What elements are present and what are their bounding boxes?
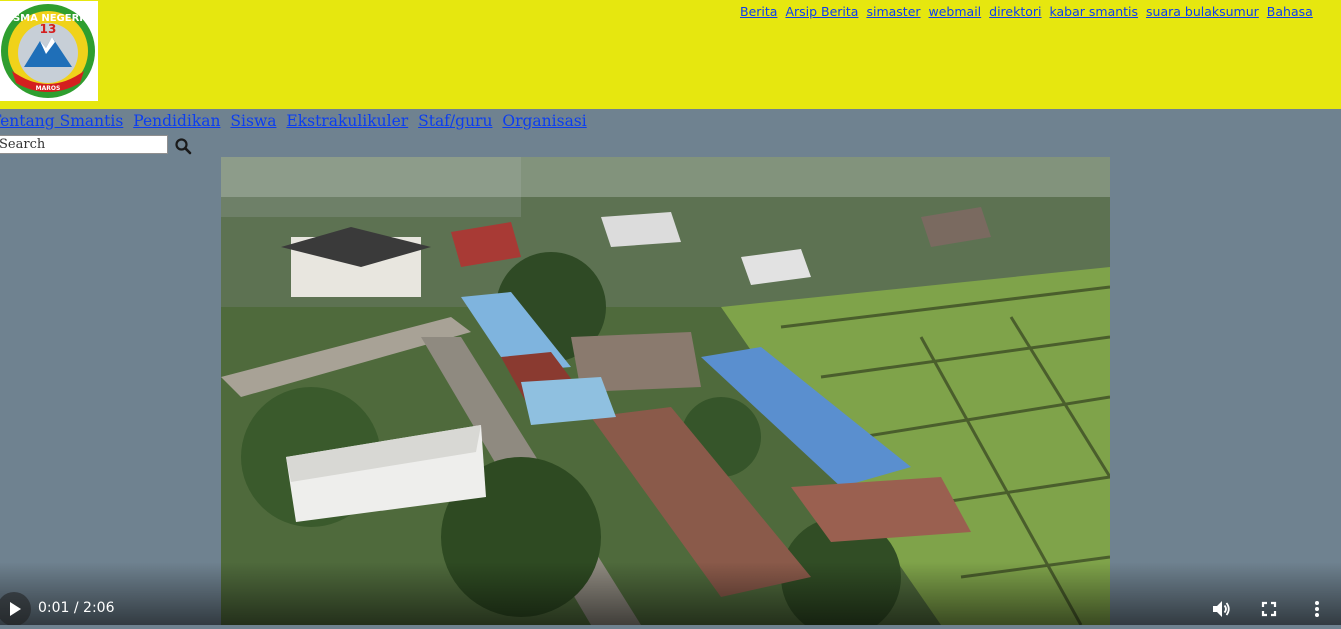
top-links: Berita Arsip Berita simaster webmail dir… — [740, 4, 1317, 19]
nav-item-siswa[interactable]: Siswa — [230, 112, 276, 130]
top-link-kabar-smantis[interactable]: kabar smantis — [1050, 4, 1139, 19]
site-header: SMA NEGERI 13 MAROS Berita Arsip Berita … — [0, 0, 1341, 109]
top-link-berita[interactable]: Berita — [740, 4, 777, 19]
top-link-webmail[interactable]: webmail — [929, 4, 982, 19]
volume-button[interactable] — [1210, 598, 1232, 620]
volume-icon — [1213, 601, 1230, 617]
school-logo-emblem: SMA NEGERI 13 MAROS — [1, 4, 95, 98]
nav-item-pendidikan[interactable]: Pendidikan — [133, 112, 220, 130]
more-options-icon — [1315, 601, 1319, 617]
top-link-bahasa[interactable]: Bahasa — [1267, 4, 1313, 19]
nav-item-staf-guru[interactable]: Staf/guru — [418, 112, 492, 130]
play-icon — [0, 592, 31, 626]
logo-city-text: MAROS — [36, 85, 61, 92]
top-link-arsip-berita[interactable]: Arsip Berita — [785, 4, 858, 19]
school-logo[interactable]: SMA NEGERI 13 MAROS — [0, 1, 98, 101]
fullscreen-button[interactable] — [1258, 598, 1280, 620]
top-link-simaster[interactable]: simaster — [866, 4, 920, 19]
nav-item-tentang-smantis[interactable]: Tentang Smantis — [0, 112, 123, 130]
aerial-school-image — [221, 157, 1110, 625]
search-icon — [175, 138, 192, 155]
video-time-display: 0:01 / 2:06 — [38, 600, 115, 616]
nav-item-organisasi[interactable]: Organisasi — [502, 112, 586, 130]
main-nav: Tentang Smantis Pendidikan Siswa Ekstrak… — [0, 112, 592, 130]
play-button[interactable] — [0, 591, 32, 626]
fullscreen-icon — [1261, 601, 1277, 617]
search-button[interactable] — [174, 137, 192, 155]
video-controls-bar — [0, 562, 1341, 625]
nav-item-ekstrakulikuler[interactable]: Ekstrakulikuler — [286, 112, 408, 130]
more-options-button[interactable] — [1306, 598, 1328, 620]
video-player[interactable] — [221, 157, 1110, 625]
logo-number-text: 13 — [40, 22, 57, 36]
top-link-suara-bulaksumur[interactable]: suara bulaksumur — [1146, 4, 1259, 19]
search-input[interactable] — [0, 135, 168, 154]
top-link-direktori[interactable]: direktori — [989, 4, 1041, 19]
